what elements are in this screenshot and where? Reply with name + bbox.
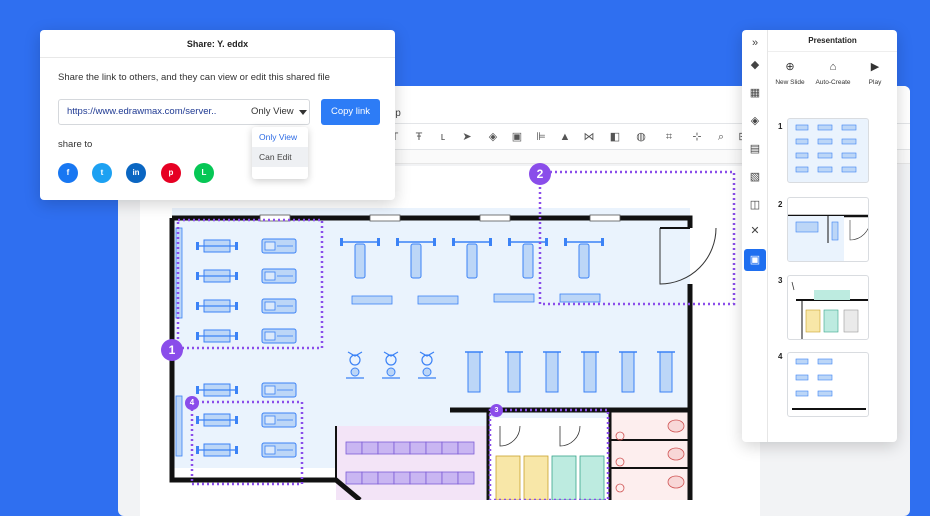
slide-2-preview <box>788 214 868 261</box>
facebook-icon[interactable]: f <box>58 163 78 183</box>
slide-number: 1 <box>778 122 783 131</box>
slide-thumbnail-3[interactable] <box>787 275 869 340</box>
slide-number: 4 <box>778 352 783 361</box>
flip-icon[interactable]: ⋈ <box>582 130 596 144</box>
layers-icon[interactable]: ◈ <box>486 130 500 144</box>
shuffle-icon[interactable]: ✕ <box>748 224 762 238</box>
share-dialog: Share: Y. eddx Share the link to others,… <box>40 30 395 200</box>
line-icon[interactable]: L <box>194 163 214 183</box>
slide-thumbnail-4[interactable] <box>787 352 869 417</box>
document-icon[interactable]: ▤ <box>748 142 762 156</box>
chevron-down-icon[interactable] <box>299 110 307 115</box>
panel-title: Presentation <box>768 30 897 52</box>
align-icon[interactable]: ⊫ <box>534 130 548 144</box>
collapse-icon[interactable]: » <box>748 36 762 50</box>
twitter-icon[interactable]: t <box>92 163 112 183</box>
new-slide-label: New Slide <box>775 79 805 86</box>
grid-icon[interactable]: ▦ <box>748 86 762 100</box>
copy-link-button[interactable]: Copy link <box>321 99 380 125</box>
panel-sidebar: » ◆ ▦ ◈ ▤ ▧ ◫ ✕ ▣ <box>742 30 768 442</box>
more-icon[interactable]: ⊹ <box>690 130 704 144</box>
share-to-label: share to <box>58 139 93 150</box>
marker-3[interactable]: 3 <box>490 404 503 417</box>
permission-select[interactable]: Only View <box>251 100 294 124</box>
linkedin-icon[interactable]: in <box>126 163 146 183</box>
marker-4-label: 4 <box>189 398 195 407</box>
marker-3-label: 3 <box>494 407 499 414</box>
distribute-icon[interactable]: ▲ <box>558 130 572 144</box>
marker-1-label: 1 <box>168 343 176 357</box>
slide-thumbnail-2[interactable] <box>787 197 869 262</box>
outline-icon[interactable]: ◫ <box>748 198 762 212</box>
marker-4[interactable]: 4 <box>185 396 199 410</box>
search-icon[interactable]: ⌕ <box>714 130 728 144</box>
play-button[interactable]: ▶ Play <box>854 60 896 86</box>
share-description: Share the link to others, and they can v… <box>58 72 330 83</box>
presentation-icon[interactable]: ▣ <box>744 249 766 271</box>
pinterest-icon[interactable]: p <box>161 163 181 183</box>
fill-color-icon[interactable]: ◍ <box>634 130 648 144</box>
slide-number: 3 <box>778 276 783 285</box>
slide-thumbnail-1[interactable] <box>787 118 869 183</box>
share-dialog-title: Share: Y. eddx <box>40 30 395 58</box>
plus-circle-icon: ⊕ <box>785 61 795 73</box>
permission-dropdown: Only View Can Edit <box>252 127 308 179</box>
new-slide-button[interactable]: ⊕ New Slide <box>769 60 811 86</box>
auto-create-icon: ⌂ <box>829 61 837 73</box>
share-link-url[interactable]: https://www.edrawmax.com/server.. <box>67 100 216 124</box>
auto-create-button[interactable]: ⌂ Auto-Create <box>812 60 854 86</box>
image-icon[interactable]: ▧ <box>748 170 762 184</box>
pointer-icon[interactable]: ➤ <box>460 130 474 144</box>
group-icon[interactable]: ▣ <box>510 130 524 144</box>
marker-2-label: 2 <box>536 167 544 181</box>
share-link-field[interactable]: https://www.edrawmax.com/server.. Only V… <box>58 99 310 125</box>
crop-icon[interactable]: ⌗ <box>662 130 676 144</box>
marker-1[interactable]: 1 <box>161 339 183 361</box>
presentation-panel: » ◆ ▦ ◈ ▤ ▧ ◫ ✕ ▣ Presentation ⊕ New Sli… <box>742 30 897 442</box>
play-icon: ▶ <box>870 61 880 73</box>
slide-3-preview <box>791 281 868 339</box>
fill-icon[interactable]: ◆ <box>748 58 762 72</box>
connector-icon[interactable]: ʟ <box>436 130 450 144</box>
marker-2[interactable]: 2 <box>529 163 551 185</box>
play-label: Play <box>868 79 882 86</box>
slide-4-preview <box>792 358 866 410</box>
fill-icon[interactable]: ◧ <box>608 130 622 144</box>
drawing-canvas[interactable] <box>140 166 760 516</box>
layers-icon[interactable]: ◈ <box>748 114 762 128</box>
slide-number: 2 <box>778 200 783 209</box>
text-box-icon[interactable]: Ŧ <box>412 130 426 144</box>
option-can-edit[interactable]: Can Edit <box>252 147 308 167</box>
option-only-view[interactable]: Only View <box>252 127 308 147</box>
auto-create-label: Auto-Create <box>815 79 851 86</box>
slide-1-preview <box>795 124 857 173</box>
